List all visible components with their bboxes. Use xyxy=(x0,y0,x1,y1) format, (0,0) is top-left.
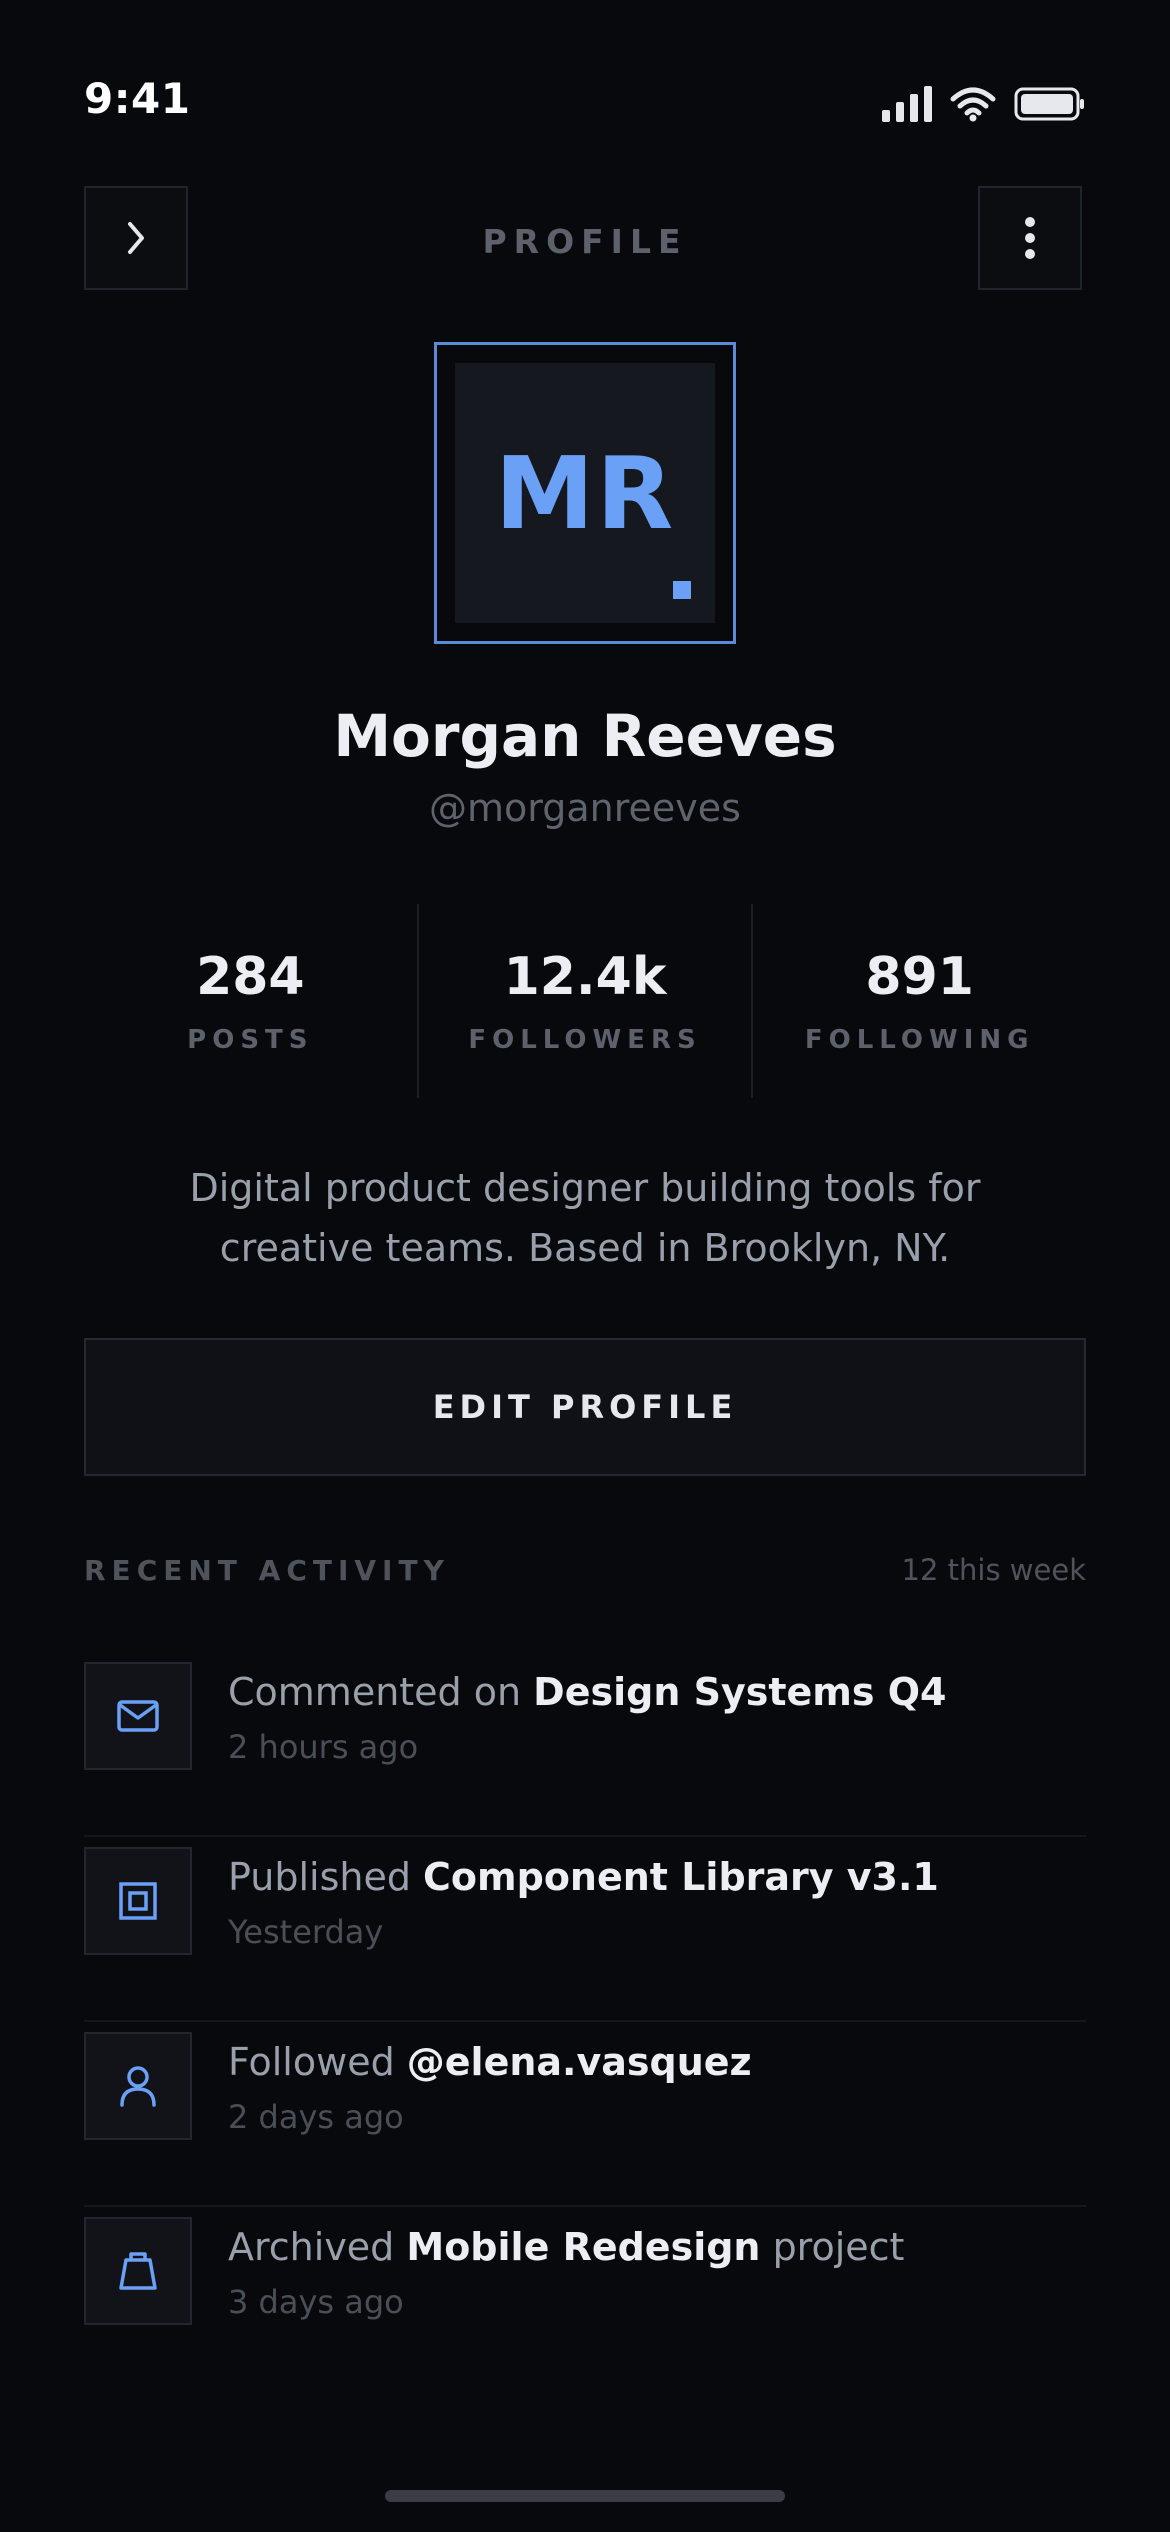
profile-name: Morgan Reeves xyxy=(333,702,837,770)
activity-prefix: Commented on xyxy=(228,1670,534,1714)
activity-suffix: project xyxy=(760,2225,905,2269)
stat-followers[interactable]: 12.4k FOLLOWERS xyxy=(416,904,752,1098)
activity-header: RECENT ACTIVITY 12 this week xyxy=(84,1553,1086,1587)
status-bar: 9:41 xyxy=(0,0,1170,150)
activity-prefix: Archived xyxy=(228,2225,407,2269)
stat-posts[interactable]: 284 POSTS xyxy=(84,904,417,1098)
activity-icon-box xyxy=(84,1847,192,1955)
stat-value: 891 xyxy=(865,947,974,1007)
edit-profile-button[interactable]: EDIT PROFILE xyxy=(84,1338,1086,1476)
activity-time: 2 days ago xyxy=(228,2098,404,2136)
activity-prefix: Published xyxy=(228,1855,424,1899)
layers-icon xyxy=(119,1882,157,1920)
section-title: RECENT ACTIVITY xyxy=(84,1553,450,1587)
avatar-image: MR xyxy=(455,363,715,623)
activity-target-link[interactable]: Component Library v3.1 xyxy=(423,1855,939,1899)
activity-target-link[interactable]: Mobile Redesign xyxy=(406,2225,760,2269)
profile-screen: 9:41 PROFILE MR Morgan Reeves @morganree… xyxy=(0,0,1170,2532)
list-item[interactable]: Followed @elena.vasquez 2 days ago xyxy=(84,2022,1086,2207)
activity-icon-box xyxy=(84,1662,192,1770)
profile-bio: Digital product designer building tools … xyxy=(189,1166,981,1270)
list-item[interactable]: Commented on Design Systems Q4 2 hours a… xyxy=(84,1652,1086,1837)
home-indicator[interactable] xyxy=(385,2490,785,2502)
avatar-initials: MR xyxy=(494,434,676,552)
stat-label: FOLLOWING xyxy=(804,1025,1035,1055)
activity-icon-box xyxy=(84,2217,192,2325)
profile-stats: 284 POSTS 12.4k FOLLOWERS 891 FOLLOWING xyxy=(84,904,1086,1098)
activity-time: 2 hours ago xyxy=(228,1728,419,1766)
stat-value: 284 xyxy=(196,947,305,1007)
activity-list: Commented on Design Systems Q4 2 hours a… xyxy=(84,1652,1086,2390)
stat-label: FOLLOWERS xyxy=(468,1025,702,1055)
activity-text: Followed @elena.vasquez xyxy=(228,2040,752,2084)
profile-handle: @morganreeves xyxy=(429,786,741,830)
stat-label: POSTS xyxy=(187,1025,314,1055)
activity-time: Yesterday xyxy=(228,1913,384,1951)
list-item[interactable]: Published Component Library v3.1 Yesterd… xyxy=(84,1837,1086,2022)
activity-target-link[interactable]: Design Systems Q4 xyxy=(533,1670,946,1714)
archive-icon xyxy=(119,2252,157,2290)
activity-count: 12 this week xyxy=(901,1553,1086,1587)
mail-icon xyxy=(117,1700,159,1732)
online-status-dot xyxy=(673,581,691,599)
status-icons xyxy=(882,82,1086,122)
activity-prefix: Followed xyxy=(228,2040,407,2084)
activity-text: Commented on Design Systems Q4 xyxy=(228,1670,947,1714)
activity-target-link[interactable]: @elena.vasquez xyxy=(407,2040,752,2084)
activity-text: Published Component Library v3.1 xyxy=(228,1855,939,1899)
avatar[interactable]: MR xyxy=(434,342,736,644)
cellular-signal-icon xyxy=(882,84,932,122)
status-time: 9:41 xyxy=(84,74,191,123)
more-vertical-icon xyxy=(1025,217,1035,259)
more-options-button[interactable] xyxy=(978,186,1082,290)
activity-time: 3 days ago xyxy=(228,2283,404,2321)
stat-value: 12.4k xyxy=(503,947,667,1007)
battery-icon xyxy=(1014,87,1084,121)
activity-text: Archived Mobile Redesign project xyxy=(228,2225,904,2269)
stat-following[interactable]: 891 FOLLOWING xyxy=(751,904,1086,1098)
activity-icon-box xyxy=(84,2032,192,2140)
list-item[interactable]: Archived Mobile Redesign project 3 days … xyxy=(84,2207,1086,2390)
wifi-icon xyxy=(950,87,996,122)
user-icon xyxy=(120,2066,156,2107)
